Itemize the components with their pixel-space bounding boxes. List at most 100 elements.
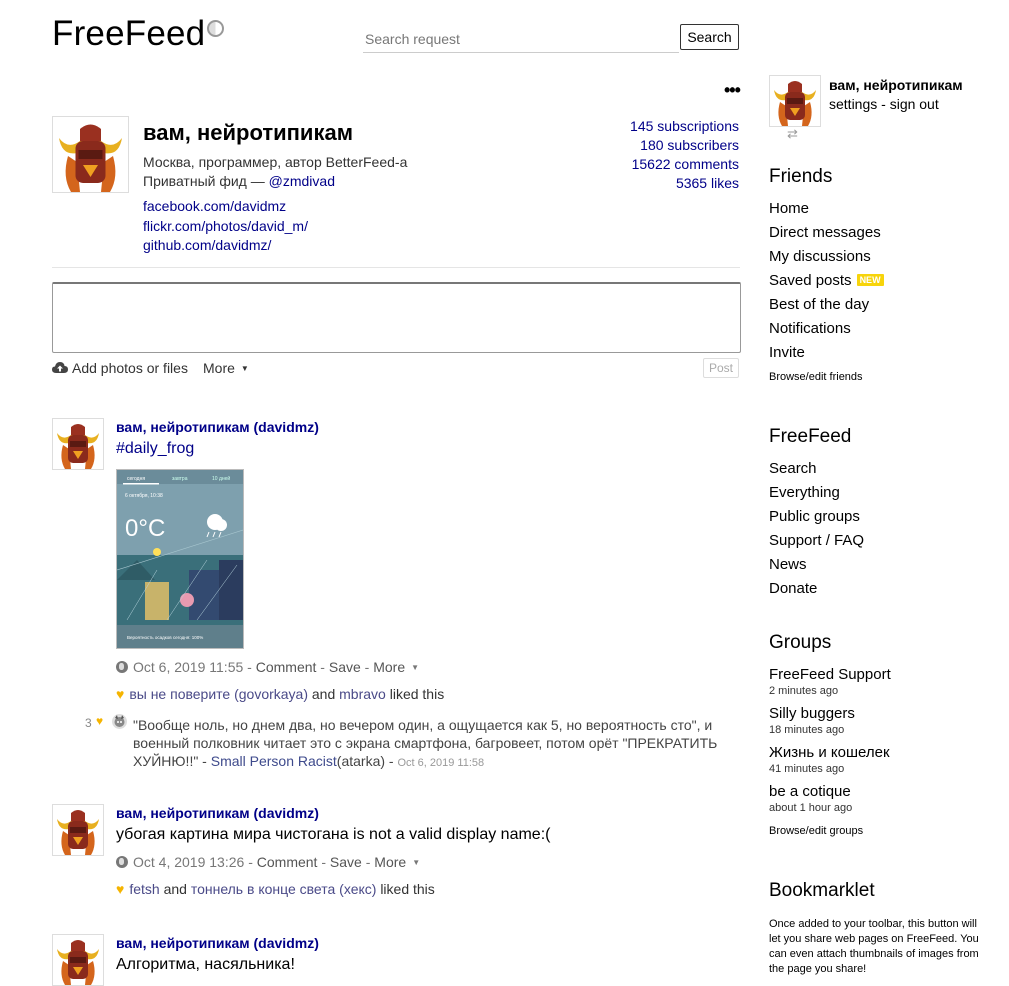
separator: - bbox=[877, 96, 890, 112]
bookmarklet-heading: Bookmarklet bbox=[769, 880, 875, 901]
subscribers-link[interactable]: 180 subscribers bbox=[640, 137, 739, 153]
sidebar-item-notifications[interactable]: Notifications bbox=[769, 320, 851, 337]
search-button[interactable]: Search bbox=[680, 24, 739, 50]
image-tab-today: сегодня bbox=[127, 476, 145, 482]
post-avatar[interactable] bbox=[52, 934, 104, 986]
sidebar-item-news[interactable]: News bbox=[769, 556, 807, 573]
caret-down-icon: ▼ bbox=[240, 364, 249, 373]
sidebar-item-public-groups[interactable]: Public groups bbox=[769, 508, 860, 525]
comment-action[interactable]: Comment bbox=[257, 854, 318, 870]
sidebar-group-link[interactable]: Жизнь и кошелек bbox=[769, 744, 890, 761]
github-link[interactable]: github.com/davidmz/ bbox=[143, 237, 271, 253]
commenter-avatar bbox=[112, 714, 127, 729]
caret-down-icon[interactable]: ▼ bbox=[411, 663, 419, 672]
post-composer-textarea[interactable] bbox=[52, 282, 741, 353]
group-update-time: 41 minutes ago bbox=[769, 763, 845, 775]
sidebar-item-search[interactable]: Search bbox=[769, 460, 817, 477]
sidebar-item-my-discussions[interactable]: My discussions bbox=[769, 248, 871, 265]
more-action[interactable]: More bbox=[374, 854, 406, 870]
image-temp: 0°C bbox=[125, 515, 165, 542]
post-author-link[interactable]: вам, нейротипикам (davidmz) bbox=[116, 935, 319, 951]
sidebar-item-saved-posts[interactable]: Saved posts NEW bbox=[769, 272, 884, 289]
switch-account-icon[interactable]: ⇄ bbox=[787, 126, 798, 142]
profile-menu-icon[interactable]: ••• bbox=[724, 80, 741, 101]
post-meta: Oct 6, 2019 11:55 - Comment - Save - Mor… bbox=[116, 659, 419, 675]
post-meta: Oct 4, 2019 13:26 - Comment - Save - Mor… bbox=[116, 854, 420, 870]
post-date-link[interactable]: Oct 6, 2019 11:55 bbox=[133, 659, 243, 675]
logo-text: FreeFeed bbox=[52, 14, 206, 53]
heart-icon[interactable]: ♥ bbox=[116, 881, 124, 897]
likes-link[interactable]: 5365 likes bbox=[676, 175, 739, 191]
post-avatar[interactable] bbox=[52, 418, 104, 470]
save-action[interactable]: Save bbox=[329, 659, 361, 675]
group-update-time: about 1 hour ago bbox=[769, 802, 853, 814]
liker-link[interactable]: тоннель в конце света (хекс) bbox=[191, 881, 377, 897]
save-action[interactable]: Save bbox=[330, 854, 362, 870]
comment-date-link[interactable]: Oct 6, 2019 11:58 bbox=[397, 757, 484, 769]
more-action[interactable]: More bbox=[373, 659, 405, 675]
sidebar-item-donate[interactable]: Donate bbox=[769, 580, 817, 597]
facebook-link[interactable]: facebook.com/davidmz bbox=[143, 198, 286, 214]
sidebar-item-support[interactable]: Support / FAQ bbox=[769, 532, 864, 549]
post-body: Алгоритма, насяльника! bbox=[116, 956, 295, 973]
settings-link[interactable]: settings bbox=[829, 96, 877, 112]
post-avatar[interactable] bbox=[52, 804, 104, 856]
sidebar-group-link[interactable]: be a cotique bbox=[769, 783, 851, 800]
globe-icon bbox=[116, 661, 128, 673]
liker-link[interactable]: mbravo bbox=[339, 686, 386, 702]
search-input[interactable] bbox=[363, 26, 679, 53]
composer-more-menu[interactable]: More ▼ bbox=[203, 360, 249, 376]
comment-heart-icon[interactable]: ♥ bbox=[96, 714, 103, 728]
post-likes: ♥ вы не поверите (govorkaya) and mbravo l… bbox=[116, 686, 444, 702]
caret-down-icon[interactable]: ▼ bbox=[412, 858, 420, 867]
sign-out-link[interactable]: sign out bbox=[890, 96, 939, 112]
browse-friends-link[interactable]: Browse/edit friends bbox=[769, 371, 863, 383]
profile-description: Москва, программер, автор BetterFeed-а bbox=[143, 154, 408, 170]
likes-suffix: liked this bbox=[380, 881, 435, 897]
sidebar-group-link[interactable]: Silly buggers bbox=[769, 705, 855, 722]
heart-icon[interactable]: ♥ bbox=[116, 686, 124, 702]
flickr-link[interactable]: flickr.com/photos/david_m/ bbox=[143, 218, 308, 234]
sidebar-user-avatar[interactable] bbox=[769, 75, 821, 127]
profile-private-note: Приватный фид — @zmdivad bbox=[143, 173, 335, 189]
private-feed-link[interactable]: @zmdivad bbox=[269, 173, 335, 189]
sidebar-item-home[interactable]: Home bbox=[769, 200, 809, 217]
profile-avatar bbox=[52, 116, 129, 193]
hashtag-link[interactable]: #daily_frog bbox=[116, 440, 194, 457]
sidebar-user-name[interactable]: вам, нейротипикам bbox=[829, 77, 963, 93]
comment-like-count[interactable]: 3 bbox=[85, 716, 92, 730]
sidebar-item-everything[interactable]: Everything bbox=[769, 484, 840, 501]
sidebar-item-direct-messages[interactable]: Direct messages bbox=[769, 224, 881, 241]
group-update-time: 18 minutes ago bbox=[769, 724, 845, 736]
sidebar-group-link[interactable]: FreeFeed Support bbox=[769, 666, 891, 683]
sidebar-item-best-of-day[interactable]: Best of the day bbox=[769, 296, 869, 313]
liker-link[interactable]: вы не поверите (govorkaya) bbox=[129, 686, 308, 702]
theme-moon-icon[interactable] bbox=[207, 20, 225, 37]
post-author-link[interactable]: вам, нейротипикам (davidmz) bbox=[116, 805, 319, 821]
sidebar-item-invite[interactable]: Invite bbox=[769, 344, 805, 361]
bookmarklet-description: Once added to your toolbar, this button … bbox=[769, 918, 979, 975]
post-body: убогая картина мира чистогана is not a v… bbox=[116, 826, 551, 843]
private-prefix: Приватный фид — bbox=[143, 173, 269, 189]
subscriptions-link[interactable]: 145 subscriptions bbox=[630, 118, 739, 134]
comment-author-link[interactable]: Small Person Racist bbox=[211, 753, 337, 769]
saved-posts-label: Saved posts bbox=[769, 272, 852, 289]
comments-link[interactable]: 15622 comments bbox=[632, 156, 739, 172]
post-author-link[interactable]: вам, нейротипикам (davidmz) bbox=[116, 419, 319, 435]
sidebar-user-links: settings - sign out bbox=[829, 96, 939, 112]
browse-groups-link[interactable]: Browse/edit groups bbox=[769, 825, 863, 837]
comment: "Вообще ноль, но днем два, но вечером од… bbox=[133, 717, 718, 769]
image-date: 6 октября, 10:38 bbox=[125, 493, 163, 499]
likes-and: and bbox=[163, 881, 187, 897]
add-files-button[interactable]: Add photos or files bbox=[52, 360, 188, 376]
post-button[interactable]: Post bbox=[703, 358, 739, 378]
logo[interactable]: FreeFeed bbox=[52, 14, 225, 54]
liker-link[interactable]: fetsh bbox=[129, 881, 159, 897]
post-date-link[interactable]: Oct 4, 2019 13:26 bbox=[133, 854, 244, 870]
post-body: #daily_frog bbox=[116, 440, 194, 458]
post-image-attachment[interactable]: сегодня завтра 10 дней 6 октября, 10:38 … bbox=[116, 469, 244, 649]
groups-heading: Groups bbox=[769, 632, 832, 653]
likes-and: and bbox=[311, 686, 336, 702]
image-footer: Вероятность осадков сегодня: 100% bbox=[127, 635, 203, 640]
comment-action[interactable]: Comment bbox=[256, 659, 317, 675]
